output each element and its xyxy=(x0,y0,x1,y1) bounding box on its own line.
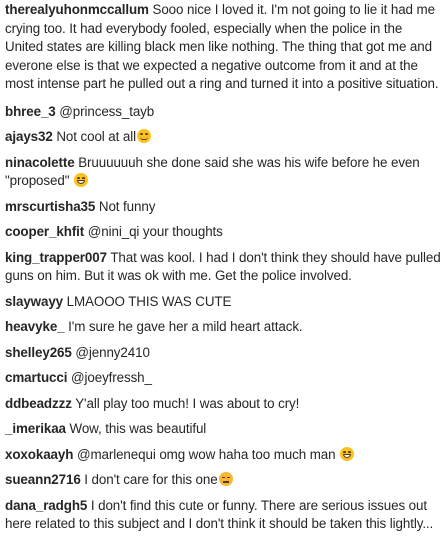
comment-text: Not funny xyxy=(98,198,156,214)
comment-text: Wow, this was beautiful xyxy=(69,421,207,436)
comment-username[interactable]: ajays32 xyxy=(5,129,53,144)
tears-of-joy-icon xyxy=(73,173,88,187)
comment-text: @nini_qi your thoughts xyxy=(87,224,223,239)
comment-text: Not cool at all xyxy=(56,129,136,144)
comment-username[interactable]: xoxokaayh xyxy=(5,447,73,462)
comment-text: I don't care for this one xyxy=(84,472,218,487)
comment-item: ninacolette Bruuuuuuh she done said she … xyxy=(5,154,441,191)
comment-item: king_trapper007 That was kool. I had I d… xyxy=(5,249,441,286)
comment-item: bhree_3 @princess_tayb xyxy=(5,103,441,122)
comment-text: Y'all play too much! I was about to cry! xyxy=(75,395,300,411)
tears-of-joy-icon xyxy=(340,446,355,461)
comment-username[interactable]: therealyuhonmccallum xyxy=(5,2,149,17)
comment-item: sueann2716 I don't care for this one xyxy=(5,471,441,490)
comment-username[interactable]: sueann2716 xyxy=(5,472,81,487)
comment-text: I'm sure he gave her a mild heart attack… xyxy=(68,319,303,334)
comment-item: xoxokaayh @marlenequi omg wow haha too m… xyxy=(5,446,441,465)
comment-username[interactable]: cmartucci xyxy=(5,370,67,385)
comment-item: mrscurtisha35 Not funny xyxy=(5,198,441,217)
comment-item: shelley265 @jenny2410 xyxy=(5,344,441,363)
unamused-face-icon xyxy=(218,472,233,486)
comment-username[interactable]: king_trapper007 xyxy=(5,250,107,265)
comment-text: LMAOOO THIS WAS CUTE xyxy=(66,293,232,309)
comment-item: dana_radgh5 I don't find this cute or fu… xyxy=(5,497,441,534)
comment-item: heavyke_ I'm sure he gave her a mild hea… xyxy=(5,318,441,337)
mention-link[interactable]: @princess_tayb xyxy=(59,104,154,119)
comment-username[interactable]: cooper_khfit xyxy=(5,224,84,239)
comment-item: ddbeadzzz Y'all play too much! I was abo… xyxy=(5,395,441,414)
smiling-face-icon xyxy=(136,129,151,143)
comment-username[interactable]: bhree_3 xyxy=(5,104,56,119)
comment-item: slaywayy LMAOOO THIS WAS CUTE xyxy=(5,293,441,312)
comment-item: cmartucci @joeyfressh_ xyxy=(5,369,441,388)
comment-item: ajays32 Not cool at all xyxy=(5,128,441,147)
mention-link[interactable]: @jenny2410 xyxy=(75,345,150,360)
comment-username[interactable]: _imerikaa xyxy=(5,421,66,436)
comment-item: therealyuhonmccallum Sooo nice I loved i… xyxy=(5,1,441,94)
comment-username[interactable]: dana_radgh5 xyxy=(5,498,87,513)
comment-text: @marlenequi omg wow haha too much man xyxy=(76,446,336,462)
comment-username[interactable]: mrscurtisha35 xyxy=(5,199,95,214)
comment-username[interactable]: shelley265 xyxy=(5,345,72,360)
comment-username[interactable]: ddbeadzzz xyxy=(5,396,72,411)
comment-username[interactable]: ninacolette xyxy=(5,155,75,170)
comment-item: _imerikaa Wow, this was beautiful xyxy=(5,420,441,439)
mention-link[interactable]: @joeyfressh_ xyxy=(71,370,152,385)
comment-username[interactable]: heavyke_ xyxy=(5,319,65,334)
comment-username[interactable]: slaywayy xyxy=(5,294,63,309)
comment-list: therealyuhonmccallum Sooo nice I loved i… xyxy=(5,1,441,534)
comment-item: cooper_khfit @nini_qi your thoughts xyxy=(5,223,441,242)
